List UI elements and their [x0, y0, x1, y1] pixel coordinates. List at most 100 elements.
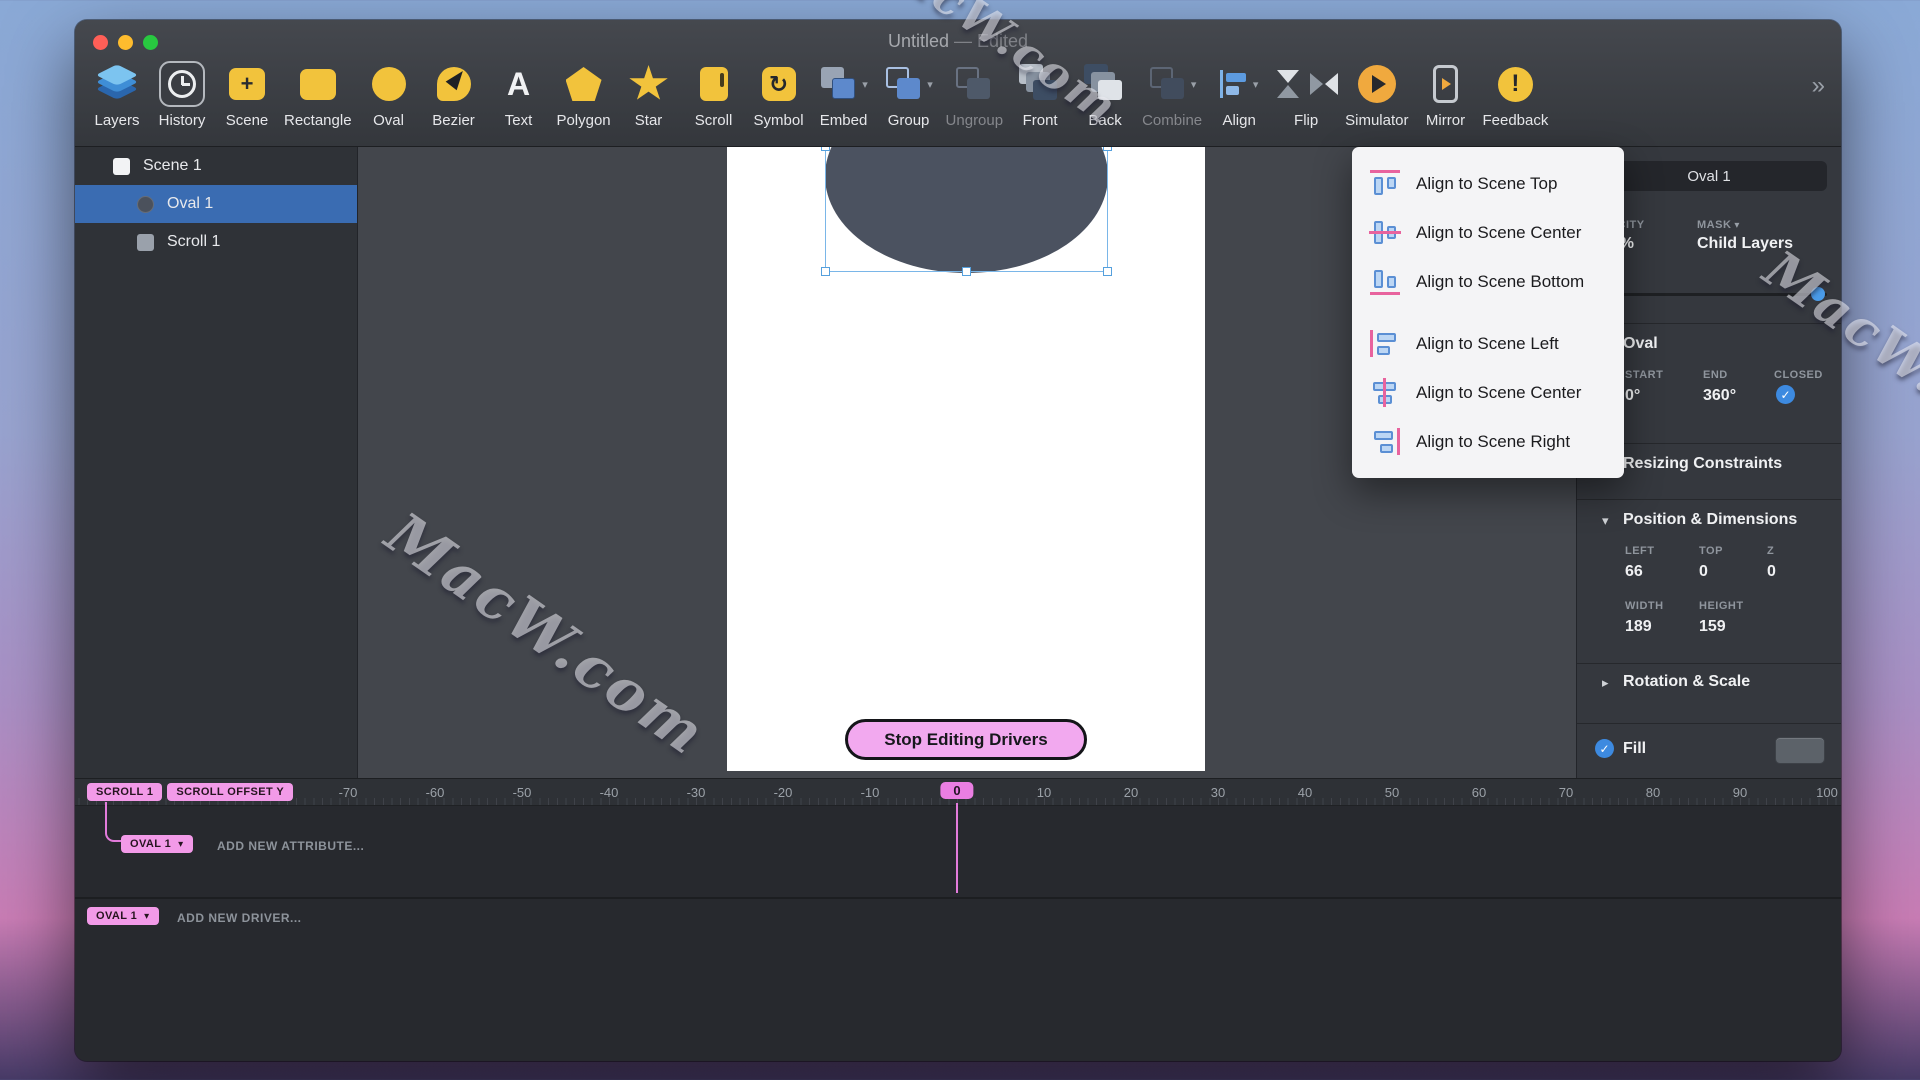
- opacity-slider[interactable]: [1591, 293, 1827, 296]
- scroll-offset-badge[interactable]: SCROLL OFFSET Y: [167, 783, 293, 801]
- fill-color-swatch[interactable]: [1775, 737, 1825, 764]
- height-label: HEIGHT: [1699, 600, 1744, 612]
- layer-label: Scroll 1: [167, 233, 220, 251]
- tool-feedback[interactable]: Feedback: [1482, 58, 1548, 129]
- timeline-ruler[interactable]: -70-60-50-40-30-20-100102030405060708090…: [75, 779, 1841, 806]
- oval-attribute-badge[interactable]: OVAL 1: [121, 835, 193, 853]
- ruler-tick: -10: [861, 785, 880, 800]
- tool-history[interactable]: History: [154, 58, 210, 129]
- height-value[interactable]: 159: [1699, 618, 1726, 636]
- tool-mirror[interactable]: Mirror: [1417, 58, 1473, 129]
- window-header: Untitled — Edited Layers History Scene R…: [75, 20, 1841, 147]
- stop-editing-drivers-button[interactable]: Stop Editing Drivers: [845, 719, 1087, 760]
- fill-header: Fill: [1623, 740, 1646, 758]
- end-value[interactable]: 360°: [1703, 387, 1736, 405]
- menu-item-align-scene-vcenter[interactable]: Align to Scene Center: [1352, 208, 1624, 257]
- align-vertical-center-icon: [1370, 219, 1400, 246]
- selection-handle[interactable]: [1103, 147, 1112, 151]
- layer-row-oval[interactable]: Oval 1: [75, 185, 357, 223]
- tool-label: Star: [635, 112, 663, 129]
- polygon-icon: [566, 58, 602, 110]
- chevron-down-icon: [1731, 219, 1740, 231]
- tool-label: Combine: [1142, 112, 1202, 129]
- slider-knob[interactable]: [1811, 287, 1825, 301]
- tool-text[interactable]: Text: [491, 58, 547, 129]
- fill-checkbox[interactable]: [1595, 739, 1614, 758]
- menu-item-label: Align to Scene Top: [1416, 174, 1557, 194]
- rotation-scale-header[interactable]: Rotation & Scale: [1623, 673, 1750, 691]
- top-value[interactable]: 0: [1699, 563, 1708, 581]
- scroll-track-badge[interactable]: SCROLL 1: [87, 783, 162, 801]
- oval-icon: [372, 58, 406, 110]
- selection-handle[interactable]: [962, 267, 971, 276]
- chevron-down-icon[interactable]: [1602, 513, 1609, 529]
- layer-row-scene[interactable]: Scene 1: [75, 147, 357, 185]
- tool-label: Oval: [373, 112, 404, 129]
- tool-oval[interactable]: Oval: [361, 58, 417, 129]
- tool-label: Flip: [1294, 112, 1318, 129]
- tool-scene[interactable]: Scene: [219, 58, 275, 129]
- tool-star[interactable]: Star: [621, 58, 677, 129]
- tool-label: Symbol: [754, 112, 804, 129]
- oval-thumbnail-icon: [137, 196, 154, 213]
- playhead-line[interactable]: [956, 803, 958, 893]
- group-icon: [884, 58, 933, 110]
- tool-rectangle[interactable]: Rectangle: [284, 58, 352, 129]
- tool-embed[interactable]: Embed: [816, 58, 872, 129]
- layer-name-field[interactable]: Oval 1: [1591, 161, 1827, 191]
- menu-item-align-scene-left[interactable]: Align to Scene Left: [1352, 319, 1624, 368]
- tool-label: Text: [505, 112, 533, 129]
- embed-icon: [819, 58, 868, 110]
- menu-item-align-scene-right[interactable]: Align to Scene Right: [1352, 417, 1624, 466]
- mirror-phone-icon: [1433, 58, 1458, 110]
- start-value[interactable]: 0°: [1625, 387, 1640, 405]
- tool-polygon[interactable]: Polygon: [556, 58, 612, 129]
- mask-value[interactable]: Child Layers: [1697, 235, 1793, 253]
- align-right-icon: [1370, 428, 1400, 455]
- tool-layers[interactable]: Layers: [89, 58, 145, 129]
- chevron-down-icon: [1253, 75, 1259, 93]
- menu-item-align-scene-hcenter[interactable]: Align to Scene Center: [1352, 368, 1624, 417]
- tool-back[interactable]: Back: [1077, 58, 1133, 129]
- menu-item-label: Align to Scene Center: [1416, 223, 1581, 243]
- ruler-tick: 70: [1559, 785, 1573, 800]
- tool-simulator[interactable]: Simulator: [1345, 58, 1408, 129]
- closed-checkbox[interactable]: [1776, 385, 1795, 404]
- selection-handle[interactable]: [821, 267, 830, 276]
- resizing-constraints-header[interactable]: Resizing Constraints: [1623, 455, 1782, 473]
- layer-row-scroll[interactable]: Scroll 1: [75, 223, 357, 261]
- selection-handle[interactable]: [1103, 267, 1112, 276]
- oval-section-header[interactable]: Oval: [1623, 335, 1658, 353]
- menu-item-label: Align to Scene Left: [1416, 334, 1559, 354]
- tool-label: Bezier: [432, 112, 475, 129]
- star-icon: [629, 58, 669, 110]
- add-new-driver-button[interactable]: ADD NEW DRIVER...: [177, 911, 302, 925]
- z-label: Z: [1767, 545, 1774, 557]
- tool-flip[interactable]: Flip: [1276, 58, 1336, 129]
- add-new-attribute-button[interactable]: ADD NEW ATTRIBUTE...: [217, 839, 364, 853]
- tool-scroll[interactable]: Scroll: [686, 58, 742, 129]
- menu-item-align-scene-bottom[interactable]: Align to Scene Bottom: [1352, 257, 1624, 306]
- ruler-tick: 90: [1733, 785, 1747, 800]
- left-value[interactable]: 66: [1625, 563, 1643, 581]
- selection-handle[interactable]: [821, 147, 830, 151]
- left-label: LEFT: [1625, 545, 1655, 557]
- toolbar-overflow-chevron[interactable]: [1812, 72, 1825, 100]
- window-title: Untitled — Edited: [75, 31, 1841, 52]
- ruler-tick: 30: [1211, 785, 1225, 800]
- ruler-tick: 80: [1646, 785, 1660, 800]
- tool-front[interactable]: Front: [1012, 58, 1068, 129]
- tool-symbol[interactable]: Symbol: [751, 58, 807, 129]
- chevron-right-icon[interactable]: [1602, 675, 1609, 691]
- oval-driver-badge[interactable]: OVAL 1: [87, 907, 159, 925]
- position-dimensions-header[interactable]: Position & Dimensions: [1623, 511, 1797, 529]
- toolbar: Layers History Scene Rectangle Oval Bezi…: [89, 58, 1795, 144]
- menu-item-align-scene-top[interactable]: Align to Scene Top: [1352, 159, 1624, 208]
- closed-label: CLOSED: [1774, 369, 1823, 381]
- tool-bezier[interactable]: Bezier: [426, 58, 482, 129]
- z-value[interactable]: 0: [1767, 563, 1776, 581]
- width-value[interactable]: 189: [1625, 618, 1652, 636]
- tool-align[interactable]: Align: [1211, 58, 1267, 129]
- tool-group[interactable]: Group: [881, 58, 937, 129]
- playhead-badge[interactable]: 0: [940, 782, 973, 799]
